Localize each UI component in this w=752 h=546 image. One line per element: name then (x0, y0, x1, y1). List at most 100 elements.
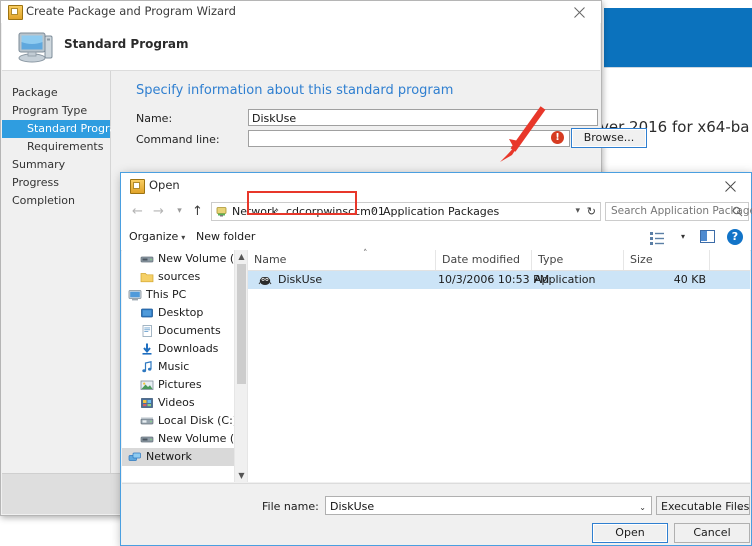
nav-item-local-disk-c[interactable]: Local Disk (C:) (122, 412, 234, 430)
nav-item-desktop[interactable]: Desktop (122, 304, 234, 322)
nav-item-music[interactable]: Music (122, 358, 234, 376)
chevron-down-icon[interactable]: ▾ (171, 203, 188, 220)
preview-pane-icon[interactable] (700, 230, 715, 243)
open-dialog-footer: File name: DiskUse ⌄ Executable Files (*… (122, 483, 750, 544)
nav-item-label: Downloads (158, 342, 219, 355)
package-wizard-icon (8, 5, 23, 20)
help-icon[interactable]: ? (727, 229, 743, 245)
folder-icon (140, 270, 154, 284)
nav-item-new-volume-d-2[interactable]: New Volume (D: (122, 430, 234, 448)
open-file-dialog: Open ← → ▾ ↑ Network › cdcorpwinsccm01 ›… (120, 172, 752, 546)
file-type-filter-select[interactable]: Executable Files (*.exe) ⌄ (656, 496, 750, 515)
search-icon (732, 206, 743, 220)
open-dialog-titlebar: Open (121, 173, 751, 198)
browse-button[interactable]: Browse... (571, 128, 647, 148)
page-title: Specify information about this standard … (136, 83, 454, 98)
executable-icon (258, 273, 272, 287)
wizard-header-label: Standard Program (64, 37, 189, 51)
address-bar[interactable]: Network › cdcorpwinsccm01 › Application … (211, 202, 601, 221)
command-line-label: Command line: (136, 133, 220, 146)
wizard-step-program-type[interactable]: Program Type (2, 102, 110, 120)
wizard-step-sidebar: Package Program Type Standard Program Re… (2, 71, 127, 475)
file-name-cell: DiskUse (278, 273, 323, 286)
breadcrumb-server[interactable]: cdcorpwinsccm01 (286, 205, 385, 218)
organize-label: Organize (129, 230, 179, 243)
wizard-titlebar: Create Package and Program Wizard (1, 1, 601, 23)
search-input[interactable]: Search Application Packages (605, 202, 752, 221)
chevron-down-icon[interactable]: ⌄ (737, 500, 744, 514)
name-label: Name: (136, 112, 173, 125)
nav-item-label: sources (158, 270, 201, 283)
close-icon[interactable] (557, 1, 601, 23)
wizard-header: Standard Program (2, 23, 600, 71)
name-input[interactable]: DiskUse (248, 109, 598, 126)
open-button[interactable]: Open (592, 523, 668, 543)
computer-monitor-icon (16, 29, 56, 65)
nav-item-this-pc[interactable]: This PC (122, 286, 234, 304)
nav-item-sources[interactable]: sources (122, 268, 234, 286)
nav-item-label: Music (158, 360, 190, 373)
refresh-icon[interactable]: ↻ (587, 205, 596, 218)
documents-icon (140, 324, 154, 338)
nav-item-label: Local Disk (C:) (158, 414, 234, 427)
search-placeholder: Search Application Packages (611, 205, 752, 217)
chevron-down-icon[interactable]: ▾ (575, 206, 580, 216)
folder-open-icon (130, 179, 145, 194)
nav-item-label: Desktop (158, 306, 204, 319)
file-list-column-headers: Name ˄ Date modified Type Size (248, 249, 750, 271)
nav-item-videos[interactable]: Videos (122, 394, 234, 412)
chevron-down-icon[interactable]: ⌄ (639, 500, 646, 515)
wizard-step-summary[interactable]: Summary (2, 156, 110, 174)
nav-item-downloads[interactable]: Downloads (122, 340, 234, 358)
command-line-input[interactable] (248, 130, 570, 147)
wizard-step-standard-program[interactable]: Standard Program (2, 120, 127, 138)
arrow-right-icon[interactable]: → (150, 203, 167, 220)
scrollbar-thumb[interactable] (237, 264, 246, 384)
column-header-size[interactable]: Size (624, 250, 710, 270)
sort-ascending-icon: ˄ (363, 249, 368, 259)
breadcrumb-network[interactable]: Network (232, 205, 278, 218)
nav-item-label: Network (146, 450, 192, 463)
drive-icon (140, 252, 154, 266)
wizard-step-package[interactable]: Package (2, 84, 110, 102)
navigation-pane-scrollbar[interactable]: ▲ ▼ (234, 250, 247, 482)
nav-item-label: This PC (146, 288, 187, 301)
nav-item-pictures[interactable]: Pictures (122, 376, 234, 394)
wizard-step-requirements[interactable]: Requirements (2, 138, 110, 156)
file-name-value: DiskUse (330, 500, 375, 513)
wizard-step-completion[interactable]: Completion (2, 192, 110, 210)
nav-item-label: Pictures (158, 378, 202, 391)
nav-item-label: Documents (158, 324, 221, 337)
breadcrumb-application-packages[interactable]: Application Packages (383, 205, 499, 218)
column-header-type[interactable]: Type (532, 250, 624, 270)
file-name-input[interactable]: DiskUse ⌄ (325, 496, 652, 515)
nav-item-documents[interactable]: Documents (122, 322, 234, 340)
desktop-icon (140, 306, 154, 320)
drive-icon (140, 432, 154, 446)
chevron-down-icon[interactable]: ▾ (681, 232, 685, 241)
nav-item-label: New Volume (D: (158, 432, 234, 445)
organize-button[interactable]: Organize ▾ (129, 230, 185, 243)
close-icon[interactable] (709, 173, 751, 198)
nav-item-network[interactable]: Network (122, 448, 234, 466)
nav-item-label: Videos (158, 396, 195, 409)
navigation-pane: New Volume (D: sources This PC Desktop D… (122, 250, 234, 482)
table-row[interactable]: DiskUse 10/3/2006 10:53 PM Application 4… (248, 271, 750, 289)
music-icon (140, 360, 154, 374)
cancel-button[interactable]: Cancel (674, 523, 750, 543)
column-header-name[interactable]: Name (248, 250, 436, 270)
wizard-title: Create Package and Program Wizard (26, 4, 236, 18)
background-blue-band (604, 8, 752, 68)
file-size-cell: 40 KB (673, 273, 706, 286)
nav-item-new-volume-d[interactable]: New Volume (D: (122, 250, 234, 268)
wizard-step-progress[interactable]: Progress (2, 174, 110, 192)
name-form-row: Name: DiskUse (136, 109, 598, 128)
wizard-step-list: Package Program Type Standard Program Re… (2, 84, 127, 210)
network-drive-icon (216, 206, 227, 217)
arrow-up-icon[interactable]: ↑ (189, 203, 206, 220)
column-header-date-modified[interactable]: Date modified (436, 250, 532, 270)
new-folder-button[interactable]: New folder (196, 230, 255, 243)
file-name-label: File name: (262, 500, 319, 513)
view-list-icon[interactable] (648, 229, 682, 246)
arrow-left-icon[interactable]: ← (129, 203, 146, 220)
